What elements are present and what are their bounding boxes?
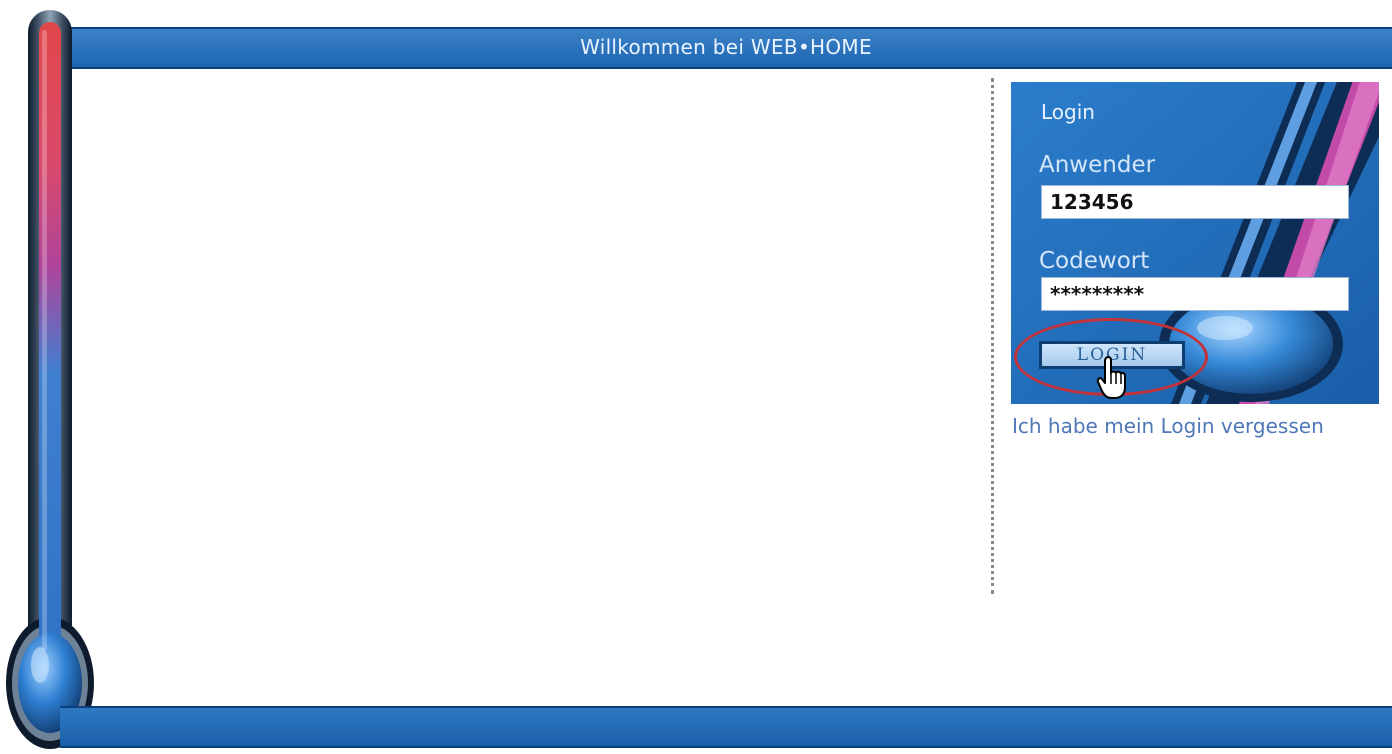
hand-pointer-icon xyxy=(1096,356,1126,399)
footer-bar xyxy=(60,706,1392,748)
header-bar: Willkommen bei WEB•HOME xyxy=(60,27,1392,69)
username-input[interactable] xyxy=(1041,185,1349,219)
forgot-login-link[interactable]: Ich habe mein Login vergessen xyxy=(1012,414,1324,438)
login-title: Login xyxy=(1041,100,1095,124)
password-label: Codewort xyxy=(1039,248,1150,274)
column-divider xyxy=(991,78,994,594)
username-label: Anwender xyxy=(1039,152,1156,178)
password-input[interactable] xyxy=(1041,277,1349,311)
thermometer-icon xyxy=(6,10,94,749)
page-title: Willkommen bei WEB•HOME xyxy=(580,35,872,59)
page: Willkommen bei WEB•HOME Login Anwender 1… xyxy=(0,0,1392,754)
